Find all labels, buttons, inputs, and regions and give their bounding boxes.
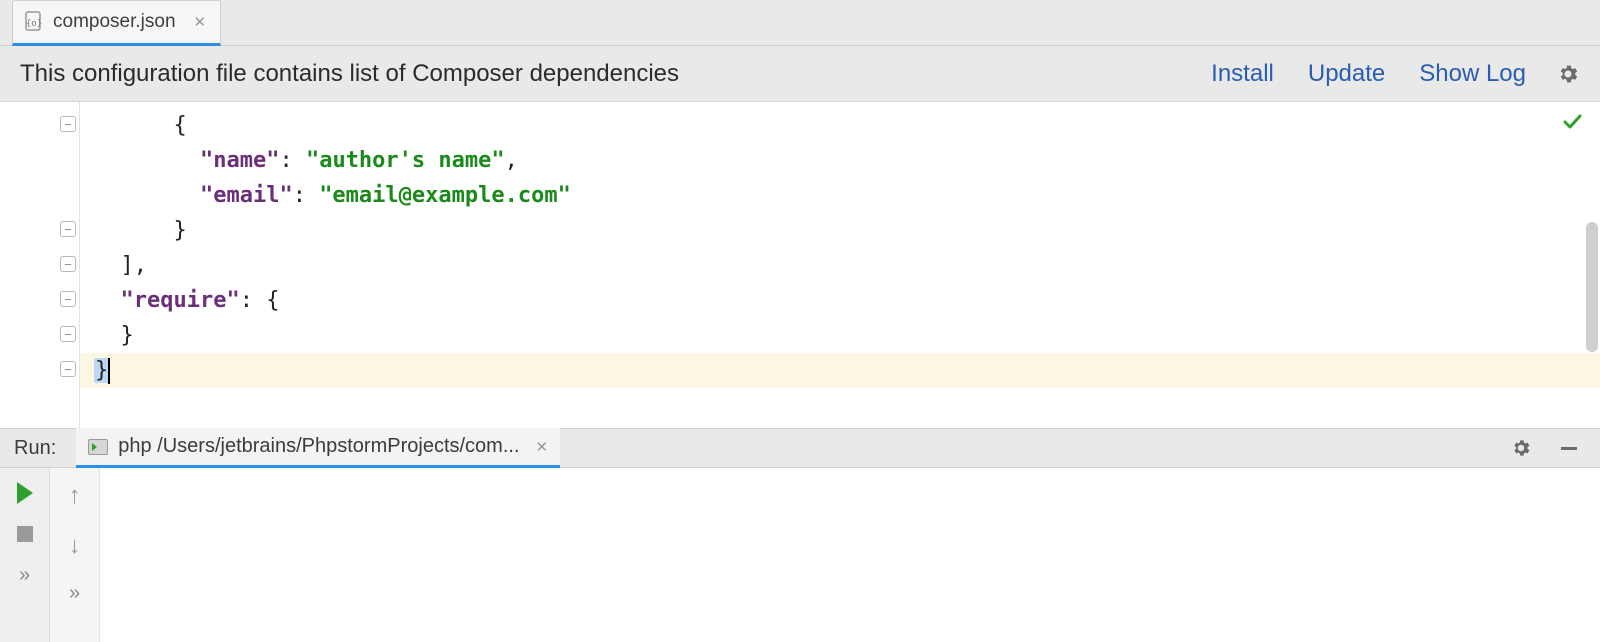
code-line[interactable]: ],	[80, 248, 1600, 283]
fold-toggle-icon[interactable]: −	[60, 291, 76, 307]
code-line[interactable]: "name": "author's name",	[80, 143, 1600, 178]
editor-tab-composer-json[interactable]: {o} composer.json ✕	[12, 0, 221, 46]
editor-scrollbar-thumb[interactable]	[1586, 222, 1598, 352]
composer-settings-icon[interactable]	[1556, 62, 1580, 86]
inspection-ok-icon	[1562, 112, 1582, 132]
run-label: Run:	[14, 437, 56, 460]
editor-gutter: − − − − − −	[0, 102, 80, 428]
text-caret	[108, 358, 110, 384]
more-actions-icon-2[interactable]: »	[69, 582, 80, 605]
minimize-panel-icon[interactable]	[1552, 437, 1586, 459]
run-toolbar-left: »	[0, 468, 50, 642]
run-tool-header: Run: php /Users/jetbrains/PhpstormProjec…	[0, 428, 1600, 468]
code-line[interactable]: }	[80, 353, 1600, 388]
tab-filename: composer.json	[53, 11, 176, 33]
run-toolbar-mid: ↑ ↓ »	[50, 468, 100, 642]
scroll-down-icon[interactable]: ↓	[69, 532, 81, 560]
run-tool-body: » ↑ ↓ »	[0, 468, 1600, 642]
fold-toggle-icon[interactable]: −	[60, 221, 76, 237]
run-tab-close-icon[interactable]: ✕	[536, 438, 549, 456]
composer-info-bar: This configuration file contains list of…	[0, 46, 1600, 102]
more-actions-icon[interactable]: »	[19, 564, 30, 587]
tab-close-icon[interactable]: ✕	[194, 13, 207, 31]
code-line[interactable]: "email": "email@example.com"	[80, 178, 1600, 213]
fold-toggle-icon[interactable]: −	[60, 256, 76, 272]
info-message: This configuration file contains list of…	[20, 60, 679, 88]
rerun-button[interactable]	[17, 482, 33, 504]
scroll-up-icon[interactable]: ↑	[69, 482, 81, 510]
code-line[interactable]: }	[80, 318, 1600, 353]
run-config-title: php /Users/jetbrains/PhpstormProjects/co…	[118, 435, 519, 458]
fold-toggle-icon[interactable]: −	[60, 361, 76, 377]
update-link[interactable]: Update	[1308, 60, 1385, 88]
code-line[interactable]: }	[80, 213, 1600, 248]
fold-toggle-icon[interactable]: −	[60, 326, 76, 342]
install-link[interactable]: Install	[1211, 60, 1274, 88]
run-console-output[interactable]	[100, 468, 1600, 642]
code-line[interactable]: "require": {	[80, 283, 1600, 318]
tab-bar: {o} composer.json ✕	[0, 0, 1600, 46]
code-line[interactable]: {	[80, 108, 1600, 143]
svg-text:{o}: {o}	[26, 19, 42, 29]
run-terminal-icon	[88, 439, 108, 455]
show-log-link[interactable]: Show Log	[1419, 60, 1526, 88]
fold-toggle-icon[interactable]: −	[60, 116, 76, 132]
code-area[interactable]: { "name": "author's name", "email": "ema…	[80, 102, 1600, 428]
run-settings-icon[interactable]	[1504, 437, 1538, 459]
json-file-icon: {o}	[23, 11, 45, 33]
run-config-tab[interactable]: php /Users/jetbrains/PhpstormProjects/co…	[76, 428, 560, 468]
stop-button[interactable]	[17, 526, 33, 542]
code-editor[interactable]: − − − − − − { "name": "author's name", "email…	[0, 102, 1600, 428]
